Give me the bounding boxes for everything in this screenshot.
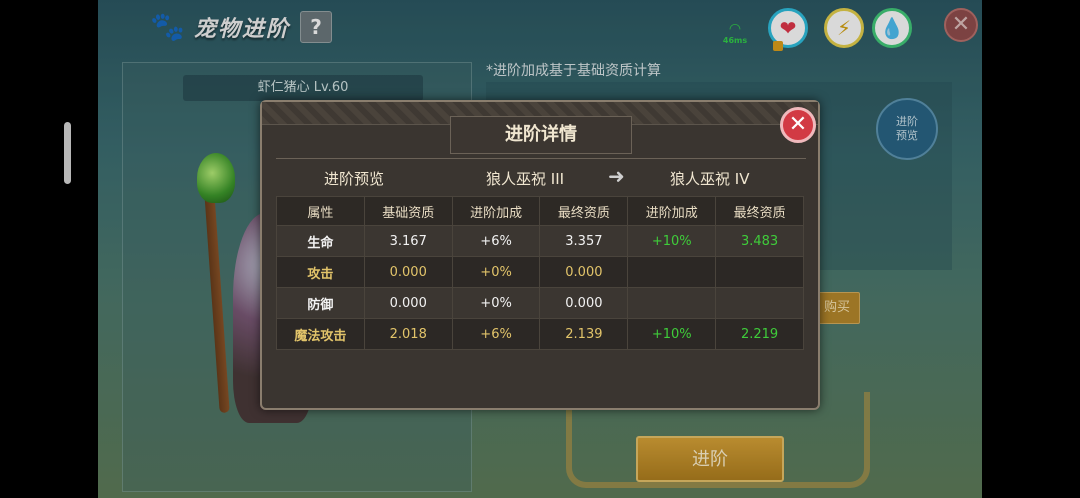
col-header: 最终资质 bbox=[715, 196, 804, 226]
col-header: 基础资质 bbox=[363, 196, 453, 226]
bonus-current: +0% bbox=[451, 256, 541, 288]
current-rank: 狼人巫祝 III bbox=[486, 170, 565, 188]
final-current: 0.000 bbox=[539, 287, 629, 319]
base-value: 0.000 bbox=[363, 287, 453, 319]
table-header-row: 属性 基础资质 进阶加成 最终资质 进阶加成 最终资质 bbox=[276, 196, 804, 226]
preview-label: 进阶预览 bbox=[324, 170, 385, 188]
final-current: 0.000 bbox=[539, 256, 629, 288]
arrow-right-icon: ➜ bbox=[608, 164, 625, 188]
col-header: 进阶加成 bbox=[451, 196, 541, 226]
bonus-next bbox=[627, 256, 717, 288]
attr-name: 攻击 bbox=[276, 256, 365, 288]
col-header: 最终资质 bbox=[539, 196, 629, 226]
table-row: 攻击 0.000 +0% 0.000 bbox=[276, 256, 804, 288]
modal-title: 进阶详情 bbox=[450, 116, 632, 154]
advance-detail-modal: 进阶详情 ✕ 进阶预览 狼人巫祝 III ➜ 狼人巫祝 IV 属性 基础资质 进… bbox=[260, 100, 820, 410]
rank-header: 进阶预览 狼人巫祝 III ➜ 狼人巫祝 IV bbox=[276, 164, 806, 192]
bonus-current: +6% bbox=[451, 225, 541, 257]
base-value: 2.018 bbox=[363, 318, 453, 350]
bonus-next: +10% bbox=[627, 318, 717, 350]
bonus-next bbox=[627, 287, 717, 319]
final-next bbox=[715, 287, 804, 319]
attr-name: 防御 bbox=[276, 287, 365, 319]
table-row: 生命 3.167 +6% 3.357 +10% 3.483 bbox=[276, 225, 804, 257]
bonus-next: +10% bbox=[627, 225, 717, 257]
next-rank: 狼人巫祝 IV bbox=[670, 170, 750, 188]
attr-name: 生命 bbox=[276, 225, 365, 257]
base-value: 0.000 bbox=[363, 256, 453, 288]
col-header: 进阶加成 bbox=[627, 196, 717, 226]
final-next: 3.483 bbox=[715, 225, 804, 257]
bonus-current: +6% bbox=[451, 318, 541, 350]
stats-table: 属性 基础资质 进阶加成 最终资质 进阶加成 最终资质 生命 3.167 +6%… bbox=[276, 196, 804, 350]
base-value: 3.167 bbox=[363, 225, 453, 257]
table-row: 魔法攻击 2.018 +6% 2.139 +10% 2.219 bbox=[276, 318, 804, 350]
modal-close-button[interactable]: ✕ bbox=[780, 107, 816, 143]
final-next: 2.219 bbox=[715, 318, 804, 350]
col-header: 属性 bbox=[276, 196, 365, 226]
attr-name: 魔法攻击 bbox=[276, 318, 365, 350]
table-row: 防御 0.000 +0% 0.000 bbox=[276, 287, 804, 319]
final-current: 3.357 bbox=[539, 225, 629, 257]
divider bbox=[276, 158, 806, 159]
final-next bbox=[715, 256, 804, 288]
bonus-current: +0% bbox=[451, 287, 541, 319]
final-current: 2.139 bbox=[539, 318, 629, 350]
